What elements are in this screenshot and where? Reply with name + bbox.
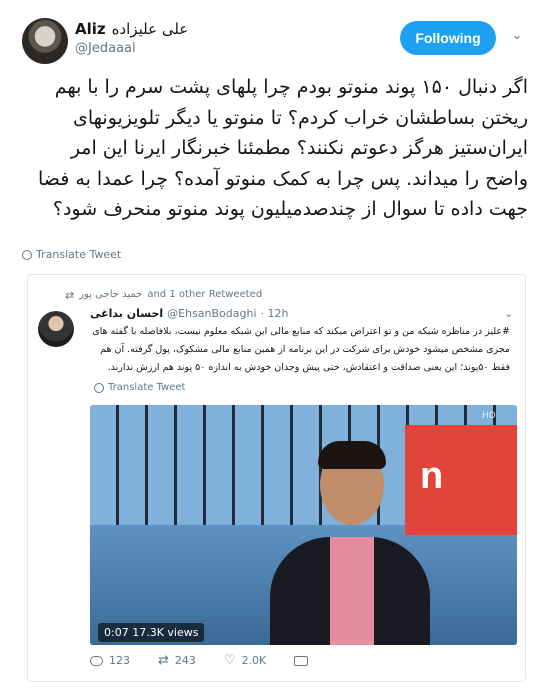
retweet-button[interactable]: ⇄ 243 — [158, 653, 196, 668]
following-button[interactable]: Following — [400, 21, 496, 55]
video-hd-label: HD — [482, 411, 496, 421]
retweet-icon: ⇄ — [65, 289, 75, 302]
mail-icon — [294, 655, 309, 666]
quoted-author-avatar[interactable] — [38, 311, 74, 347]
quoted-tweet-card[interactable]: ⇄ حمید حاجی پور and 1 other Retweeted اح… — [27, 274, 526, 682]
author-handle[interactable]: @Jedaaal — [75, 41, 136, 56]
video-player[interactable]: n HD 0:07 17.3K views — [90, 405, 517, 645]
quoted-header: احسان بداغی @EhsanBodaghi · 12h — [90, 307, 288, 320]
quoted-author-name[interactable]: احسان بداغی — [90, 307, 163, 320]
retweet-line: and 1 other Retweeted — [147, 289, 263, 300]
tweet-text: اگر دنبال ۱۵۰ پوند منوتو بودم چرا پلهای … — [38, 76, 528, 220]
retweeter-name[interactable]: حمید حاجی پور — [79, 289, 142, 302]
author-name-row: Aliz علی علیزاده — [75, 20, 188, 38]
video-timer: 0:07 17.3K views — [98, 623, 205, 642]
like-button[interactable]: ♡ 2.0K — [224, 653, 266, 668]
quoted-author-handle[interactable]: @EhsanBodaghi — [167, 307, 256, 320]
heart-icon: ♡ — [223, 653, 236, 668]
reply-count: 123 — [109, 654, 130, 667]
quoted-translate-link[interactable]: Translate Tweet — [94, 382, 185, 393]
like-count: 2.0K — [241, 654, 267, 667]
video-duration: 0:07 — [104, 626, 129, 639]
direct-message-button[interactable] — [294, 655, 309, 666]
reply-icon — [90, 655, 103, 666]
reply-button[interactable]: 123 — [90, 654, 130, 667]
chevron-down-icon[interactable]: ⌄ — [508, 28, 526, 46]
author-avatar[interactable] — [22, 18, 68, 64]
tweet-actions: 123 ⇄ 243 ♡ 2.0K — [90, 653, 309, 668]
translate-tweet-link[interactable]: Translate Tweet — [22, 248, 121, 261]
author-name-en[interactable]: Aliz — [75, 20, 106, 38]
video-person-hair — [318, 441, 386, 469]
retweet-action-icon: ⇄ — [158, 653, 169, 668]
retweet-context: ⇄ حمید حاجی پور and 1 other Retweeted — [65, 289, 262, 302]
quoted-translate-label: Translate Tweet — [108, 382, 186, 393]
globe-icon — [22, 249, 32, 260]
video-person — [270, 441, 430, 645]
quoted-chevron-down-icon[interactable]: ⌄ — [504, 307, 513, 320]
quoted-timestamp[interactable]: · 12h — [261, 307, 289, 320]
retweet-count: 243 — [174, 654, 196, 667]
translate-label: Translate Tweet — [36, 248, 122, 261]
author-name-fa[interactable]: علی علیزاده — [112, 20, 189, 38]
globe-icon — [94, 382, 104, 393]
video-person-shirt — [330, 537, 374, 645]
video-views: 17.3K views — [132, 626, 199, 639]
quoted-tweet-text: #علیز در مناظره شبکه من و تو اعتراض میکن… — [92, 326, 510, 373]
